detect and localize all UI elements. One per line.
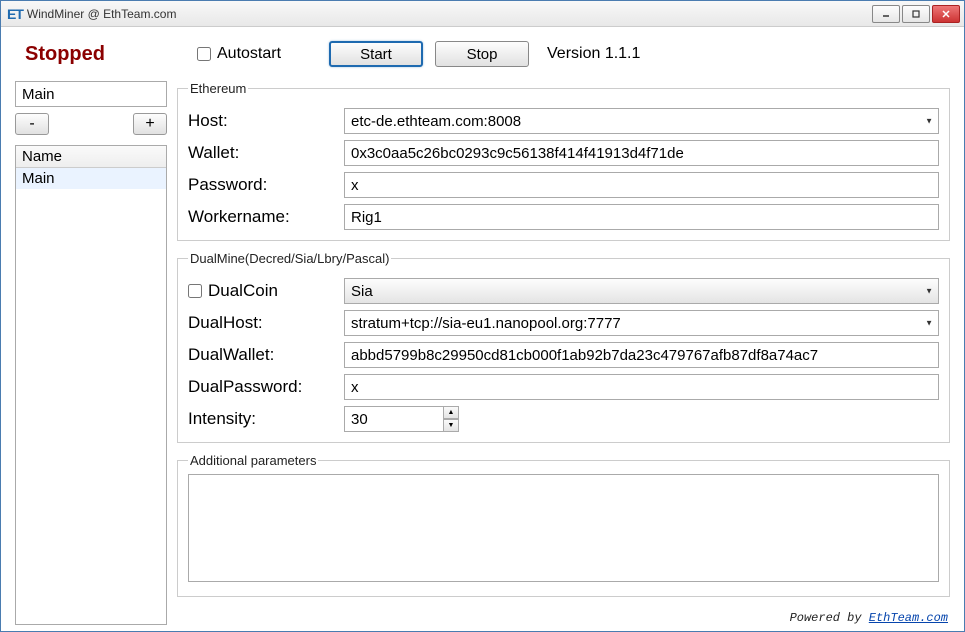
profile-table-row[interactable]: Main — [16, 168, 166, 189]
window-controls — [872, 5, 960, 23]
password-input[interactable] — [344, 172, 939, 198]
dualmine-group: DualMine(Decred/Sia/Lbry/Pascal) DualCoi… — [177, 251, 950, 443]
password-label: Password: — [188, 175, 336, 195]
intensity-down-button[interactable]: ▼ — [443, 419, 459, 432]
app-icon: ET — [7, 6, 23, 22]
dualpassword-input[interactable] — [344, 374, 939, 400]
footer-link[interactable]: EthTeam.com — [869, 611, 948, 625]
intensity-label: Intensity: — [188, 409, 336, 429]
window-title: WindMiner @ EthTeam.com — [27, 7, 872, 21]
add-profile-button[interactable]: + — [133, 113, 167, 135]
dualmine-legend: DualMine(Decred/Sia/Lbry/Pascal) — [188, 251, 391, 266]
sidebar: - + Name Main — [15, 81, 167, 625]
profile-table: Name Main — [15, 145, 167, 625]
additional-group: Additional parameters — [177, 453, 950, 597]
footer: Powered by EthTeam.com — [177, 607, 950, 625]
intensity-up-button[interactable]: ▲ — [443, 406, 459, 419]
dualcoin-select[interactable] — [344, 278, 939, 304]
autostart-label: Autostart — [217, 45, 281, 63]
intensity-input[interactable] — [344, 406, 444, 432]
version-label: Version 1.1.1 — [547, 45, 640, 63]
workername-label: Workername: — [188, 207, 336, 227]
stop-button[interactable]: Stop — [435, 41, 529, 67]
dualcoin-checkbox-group[interactable]: DualCoin — [188, 281, 336, 301]
ethereum-legend: Ethereum — [188, 81, 248, 96]
dualhost-input[interactable] — [344, 310, 939, 336]
titlebar: ET WindMiner @ EthTeam.com — [1, 1, 964, 27]
minimize-button[interactable] — [872, 5, 900, 23]
wallet-input[interactable] — [344, 140, 939, 166]
profile-table-header: Name — [16, 146, 166, 168]
host-label: Host: — [188, 111, 336, 131]
profile-select[interactable] — [15, 81, 167, 107]
wallet-label: Wallet: — [188, 143, 336, 163]
additional-params-input[interactable] — [188, 474, 939, 582]
autostart-checkbox-group[interactable]: Autostart — [197, 45, 317, 63]
dualpassword-label: DualPassword: — [188, 377, 336, 397]
workername-input[interactable] — [344, 204, 939, 230]
host-input[interactable] — [344, 108, 939, 134]
close-button[interactable] — [932, 5, 960, 23]
remove-profile-button[interactable]: - — [15, 113, 49, 135]
dualwallet-label: DualWallet: — [188, 345, 336, 365]
start-button[interactable]: Start — [329, 41, 423, 67]
dualwallet-input[interactable] — [344, 342, 939, 368]
status-label: Stopped — [25, 43, 185, 66]
autostart-checkbox[interactable] — [197, 47, 211, 61]
dualcoin-label: DualCoin — [208, 281, 278, 301]
dualcoin-checkbox[interactable] — [188, 284, 202, 298]
maximize-button[interactable] — [902, 5, 930, 23]
footer-text: Powered by — [790, 611, 869, 625]
ethereum-group: Ethereum Host: ▼ Wallet: Password: — [177, 81, 950, 241]
additional-legend: Additional parameters — [188, 453, 318, 468]
dualhost-label: DualHost: — [188, 313, 336, 333]
header-row: Stopped Autostart Start Stop Version 1.1… — [15, 37, 950, 81]
